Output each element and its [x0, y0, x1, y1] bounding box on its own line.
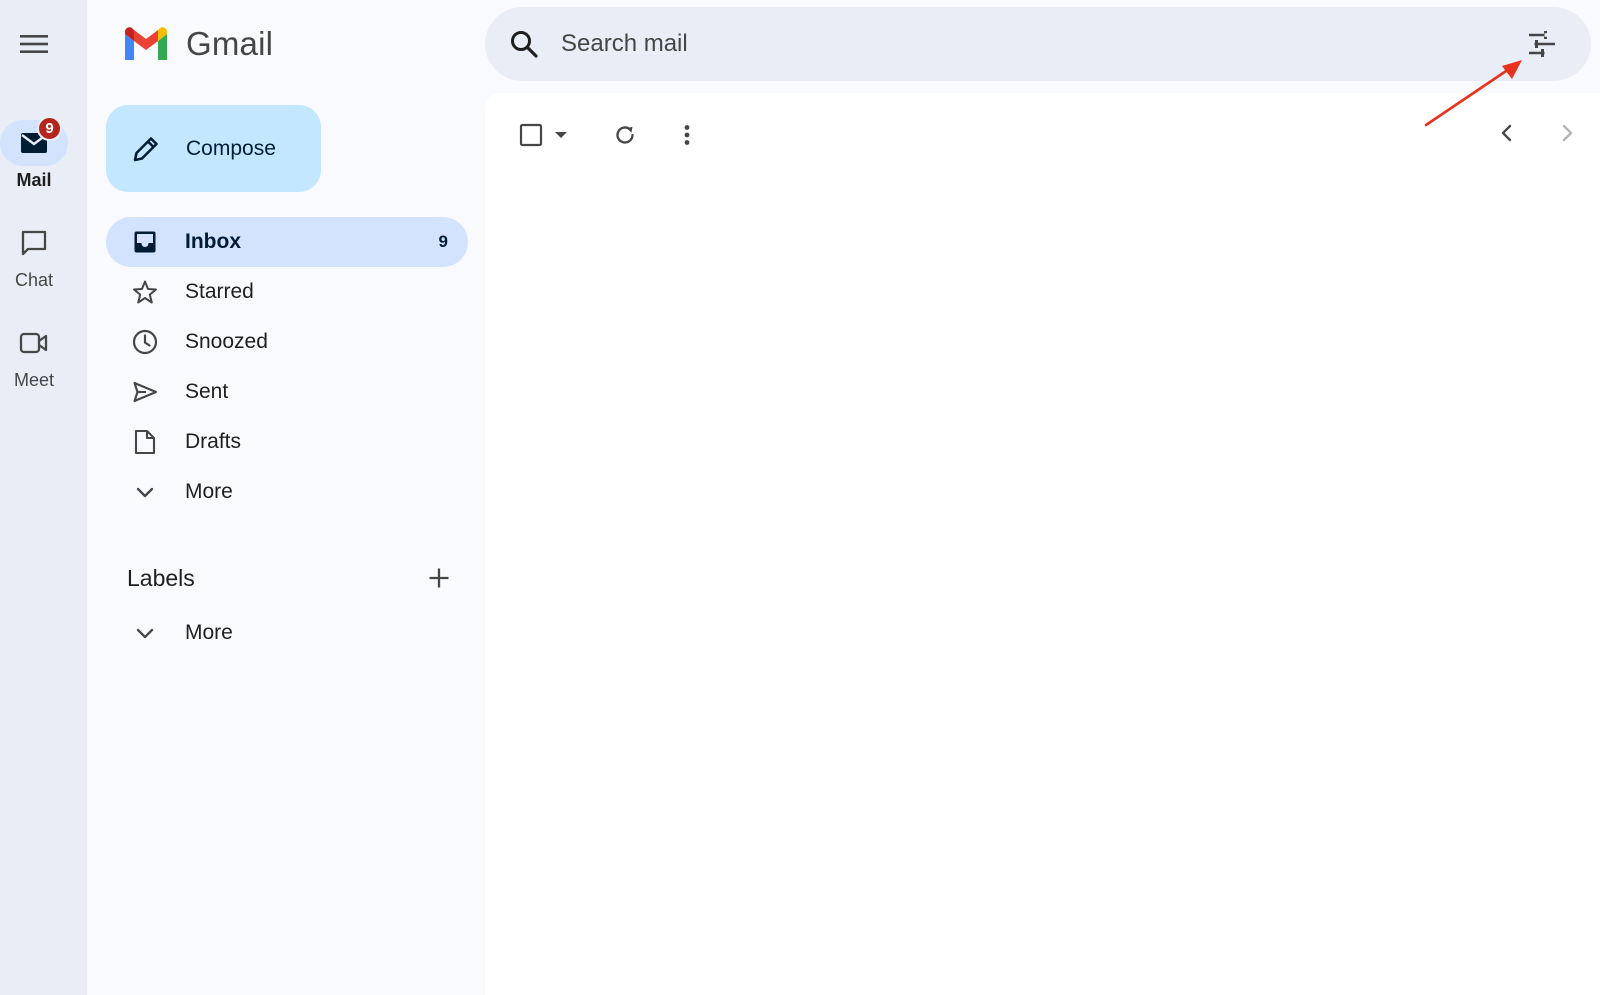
- nav-item-drafts[interactable]: Drafts: [106, 417, 468, 467]
- create-label-button[interactable]: [421, 560, 457, 596]
- nav-item-inbox[interactable]: Inbox 9: [106, 217, 468, 267]
- chevron-down-icon-wrap: [132, 479, 158, 505]
- nav-label-sent: Sent: [185, 380, 229, 403]
- compose-label: Compose: [186, 136, 276, 160]
- labels-more-list: More: [106, 608, 468, 658]
- nav-label-inbox: Inbox: [185, 230, 241, 253]
- nav-label-snoozed: Snoozed: [185, 330, 268, 353]
- mail-list-panel: [485, 93, 1600, 995]
- inbox-icon: [134, 231, 156, 253]
- rail-pill-meet: [0, 320, 68, 366]
- chevron-down-icon: [136, 487, 154, 498]
- refresh-button[interactable]: [603, 115, 647, 155]
- more-actions-button[interactable]: [665, 115, 709, 155]
- labels-chevron-down-icon-wrap: [132, 620, 158, 646]
- nav-item-sent[interactable]: Sent: [106, 367, 468, 417]
- nav-label-starred: Starred: [185, 280, 254, 303]
- app-rail: 9 Mail Chat Meet: [0, 0, 87, 995]
- chevron-down-icon: [136, 628, 154, 639]
- gmail-m-logo-icon: [125, 27, 167, 60]
- chevron-left-icon: [1501, 124, 1512, 142]
- search-button[interactable]: [487, 7, 561, 81]
- labels-more-label: More: [185, 621, 233, 644]
- nav-item-snoozed[interactable]: Snoozed: [106, 317, 468, 367]
- labels-more-item[interactable]: More: [106, 608, 468, 658]
- select-options-dropdown[interactable]: [549, 115, 573, 155]
- app-name: Gmail: [186, 25, 274, 62]
- nav-label-more: More: [185, 480, 233, 503]
- video-icon: [19, 332, 48, 354]
- tune-icon: [1528, 31, 1556, 57]
- clock-icon-wrap: [132, 329, 158, 355]
- caret-down-icon: [555, 132, 567, 138]
- older-page-button[interactable]: [1546, 113, 1590, 153]
- rail-label-mail: Mail: [16, 170, 52, 190]
- inbox-icon-wrap: [132, 229, 158, 255]
- chevron-right-icon: [1562, 124, 1573, 142]
- compose-button[interactable]: Compose: [106, 105, 321, 192]
- main-menu-button[interactable]: [14, 24, 54, 64]
- rail-label-meet: Meet: [13, 370, 55, 390]
- refresh-icon: [616, 126, 634, 144]
- rail-pill-chat: [0, 220, 68, 266]
- clock-icon: [132, 329, 158, 355]
- nav-item-more[interactable]: More: [106, 467, 468, 517]
- send-icon: [133, 381, 158, 403]
- gmail-logo[interactable]: Gmail: [122, 24, 273, 64]
- pagination-controls: [1466, 113, 1590, 153]
- pencil-icon: [133, 136, 158, 161]
- rail-label-chat: Chat: [14, 270, 54, 290]
- mail-toolbar: [513, 113, 709, 157]
- draft-icon: [134, 429, 156, 455]
- gmail-app: 9 Mail Chat Meet Gmail Compose Inbox 9 S…: [0, 0, 1600, 995]
- search-icon: [511, 31, 538, 58]
- checkbox-icon: [519, 123, 543, 147]
- newer-page-button[interactable]: [1484, 113, 1528, 153]
- send-icon-wrap: [132, 379, 158, 405]
- nav-label-drafts: Drafts: [185, 430, 242, 453]
- star-icon: [133, 280, 157, 304]
- inbox-count: 9: [438, 232, 448, 251]
- nav-list: Inbox 9 Starred Snoozed Sent Drafts More: [106, 217, 468, 517]
- labels-header: Labels: [127, 558, 457, 598]
- search-bar: [485, 7, 1591, 81]
- nav-item-starred[interactable]: Starred: [106, 267, 468, 317]
- rail-item-chat[interactable]: Chat: [0, 220, 68, 291]
- draft-icon-wrap: [132, 429, 158, 455]
- rail-item-meet[interactable]: Meet: [0, 320, 68, 391]
- search-options-button[interactable]: [1517, 19, 1567, 69]
- rail-item-mail[interactable]: 9 Mail: [0, 116, 68, 191]
- search-input[interactable]: [561, 7, 1517, 81]
- star-icon-wrap: [132, 279, 158, 305]
- hamburger-icon: [20, 35, 48, 53]
- nav-panel: Gmail Compose Inbox 9 Starred Snoozed Se…: [87, 0, 475, 995]
- plus-icon: [429, 568, 449, 588]
- more-vert-icon: [684, 125, 690, 145]
- rail-pill-mail: 9: [0, 116, 68, 166]
- mail-unread-badge: 9: [37, 116, 62, 141]
- select-all-checkbox[interactable]: [513, 115, 549, 155]
- chat-icon: [21, 230, 47, 256]
- labels-title: Labels: [127, 564, 195, 591]
